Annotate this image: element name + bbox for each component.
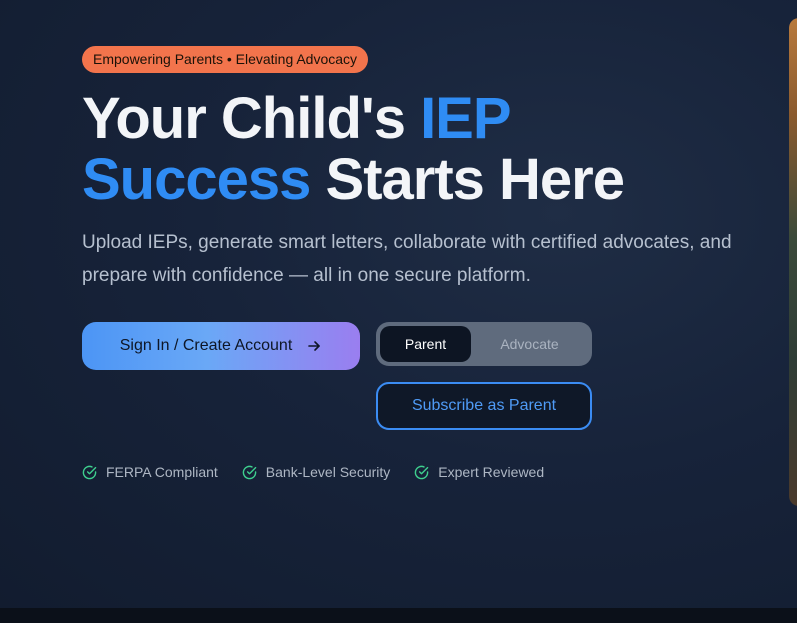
hero-headline: Your Child's IEP Success Starts Here xyxy=(82,88,772,210)
headline-part-1: Your Child's xyxy=(82,86,421,151)
next-section-edge xyxy=(0,608,797,623)
headline-part-2: Starts Here xyxy=(310,147,625,212)
trust-label: Bank-Level Security xyxy=(265,464,391,480)
hero-subtext: Upload IEPs, generate smart letters, col… xyxy=(82,232,732,286)
cta-label: Sign In / Create Account xyxy=(119,337,293,354)
check-circle-icon xyxy=(414,465,429,480)
hero-section: Empowering Parents • Elevating Advocacy … xyxy=(0,0,797,608)
trust-item-expert: Expert Reviewed xyxy=(414,464,544,480)
check-circle-icon xyxy=(242,465,257,480)
trust-item-ferpa: FERPA Compliant xyxy=(82,464,218,480)
headline-accent-success: Success xyxy=(82,147,311,212)
subscribe-as-parent-button[interactable]: Subscribe as Parent xyxy=(376,382,592,430)
trust-badges: FERPA Compliant Bank-Level Security Expe… xyxy=(82,462,544,482)
trust-label: FERPA Compliant xyxy=(106,464,218,480)
role-toggle: Parent Advocate xyxy=(376,322,592,366)
sign-in-create-account-button[interactable]: Sign In / Create Account xyxy=(82,322,360,370)
headline-accent-iep: IEP xyxy=(420,86,511,151)
role-option-advocate[interactable]: Advocate xyxy=(471,326,588,362)
tagline-badge: Empowering Parents • Elevating Advocacy xyxy=(82,46,369,73)
hero-photo-edge xyxy=(789,18,797,506)
trust-label: Expert Reviewed xyxy=(438,464,545,480)
role-option-parent[interactable]: Parent xyxy=(380,326,471,362)
check-circle-icon xyxy=(82,465,97,480)
trust-item-security: Bank-Level Security xyxy=(242,464,391,480)
arrow-right-icon xyxy=(306,338,322,354)
